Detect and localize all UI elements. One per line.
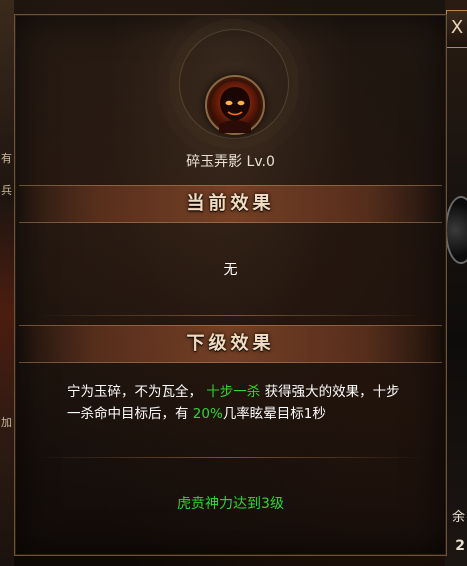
skill-tooltip-panel: 碎玉弄影 Lv.0 当前效果 无 下级效果 宁为玉碎，不为瓦全， 十步一杀 获得… [14, 14, 447, 556]
background-left-glyph: 兵 [1, 184, 12, 197]
next-effect-header: 下级效果 [19, 325, 442, 363]
close-button[interactable]: X [446, 10, 467, 48]
current-effect-title: 当前效果 [186, 193, 275, 214]
background-left-glyph: 有 [1, 152, 12, 165]
next-effect-description: 宁为玉碎，不为瓦全， 十步一杀 获得强大的效果，十步一杀命中目标后，有 20%几… [67, 381, 407, 425]
section-divider [35, 315, 426, 316]
desc-text: 宁为玉碎，不为瓦全， [67, 384, 202, 400]
skill-name-level: 碎玉弄影 Lv.0 [186, 154, 275, 170]
desc-chance-highlight: 20% [192, 406, 223, 422]
background-right-strip [445, 0, 467, 566]
current-effect-header: 当前效果 [19, 185, 442, 223]
panel-corner [15, 547, 23, 555]
current-effect-text: 无 [223, 262, 238, 278]
panel-corner [438, 15, 446, 23]
background-left-strip: 有 兵 加 [0, 0, 14, 566]
panel-corner [438, 547, 446, 555]
desc-skill-highlight: 十步一杀 [206, 384, 261, 400]
upgrade-requirement: 虎贲神力达到3级 [177, 496, 284, 512]
panel-corner [15, 15, 23, 23]
background-right-text: 余 [451, 510, 465, 525]
demon-face-icon [211, 81, 259, 133]
skill-icon-frame [205, 75, 265, 135]
background-left-glyph: 加 [1, 416, 12, 429]
next-effect-title: 下级效果 [186, 333, 275, 354]
desc-text: 几率眩晕目标1秒 [222, 406, 326, 422]
background-right-number: 2 [455, 538, 465, 554]
game-screen: 有 兵 加 余 2 X 碎玉弄影 Lv.0 当前效果 无 下级效果 宁为玉碎，不… [0, 0, 467, 566]
section-divider [35, 457, 426, 458]
